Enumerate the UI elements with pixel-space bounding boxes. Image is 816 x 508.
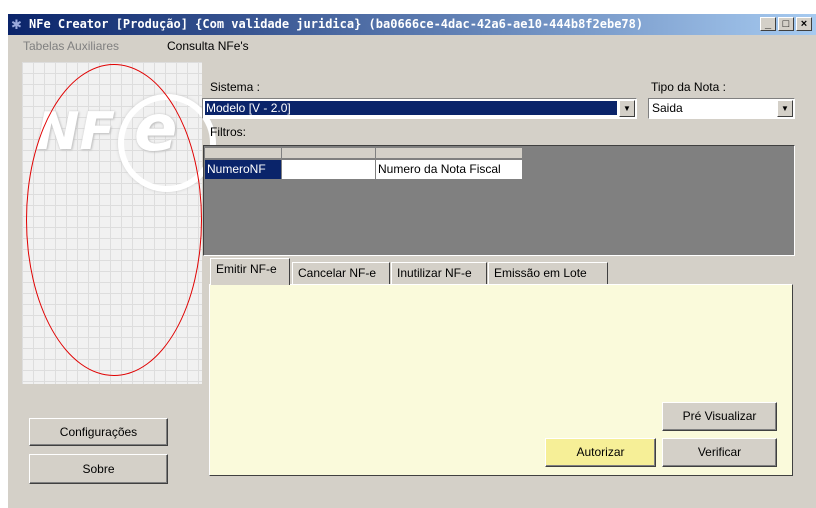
grid-cell-field[interactable]: NumeroNF <box>205 160 282 180</box>
tipo-nota-select[interactable]: Saida ▼ <box>648 98 795 119</box>
verificar-button[interactable]: Verificar <box>662 438 777 467</box>
tipo-nota-value: Saida <box>652 101 683 115</box>
minimize-button[interactable]: _ <box>760 17 776 31</box>
tipo-nota-label: Tipo da Nota : <box>651 80 726 94</box>
title-bar[interactable]: ✱ NFe Creator [Produção] {Com validade j… <box>8 14 816 35</box>
tab-emitir-nfe[interactable]: Emitir NF-e <box>210 258 290 285</box>
tab-emissao-em-lote[interactable]: Emissão em Lote <box>488 262 608 284</box>
menu-tabelas-auxiliares[interactable]: Tabelas Auxiliares <box>23 39 119 53</box>
grid-column-header[interactable] <box>282 148 376 158</box>
tab-inutilizar-nfe[interactable]: Inutilizar NF-e <box>391 262 487 284</box>
chevron-down-icon[interactable]: ▼ <box>619 100 635 117</box>
configuracoes-button[interactable]: Configurações <box>29 418 168 446</box>
sistema-value: Modelo [V - 2.0] <box>205 101 617 115</box>
sobre-button[interactable]: Sobre <box>29 454 168 484</box>
grid-column-header[interactable] <box>205 148 282 158</box>
close-button[interactable]: × <box>796 17 812 31</box>
annotation-ellipse <box>26 64 202 376</box>
pre-visualizar-button[interactable]: Pré Visualizar <box>662 402 777 431</box>
filtros-label: Filtros: <box>210 125 246 139</box>
grid-column-header[interactable] <box>376 148 523 158</box>
window-title: NFe Creator [Produção] {Com validade jur… <box>29 17 644 31</box>
tab-cancelar-nfe[interactable]: Cancelar NF-e <box>292 262 390 284</box>
sistema-label: Sistema : <box>210 80 261 94</box>
maximize-button[interactable]: □ <box>778 17 794 31</box>
grid-cell-value[interactable] <box>282 160 376 180</box>
sistema-select[interactable]: Modelo [V - 2.0] ▼ <box>202 98 637 119</box>
menu-consulta-nfes[interactable]: Consulta NFe's <box>167 39 249 53</box>
menu-bar: Tabelas Auxiliares Consulta NFe's <box>8 36 816 56</box>
app-logo-icon: ✱ <box>11 17 22 32</box>
grid-cell-description[interactable]: Numero da Nota Fiscal <box>376 160 523 180</box>
autorizar-button[interactable]: Autorizar <box>545 438 656 467</box>
chevron-down-icon[interactable]: ▼ <box>777 100 793 117</box>
filtros-grid[interactable]: NumeroNF Numero da Nota Fiscal <box>203 145 795 256</box>
